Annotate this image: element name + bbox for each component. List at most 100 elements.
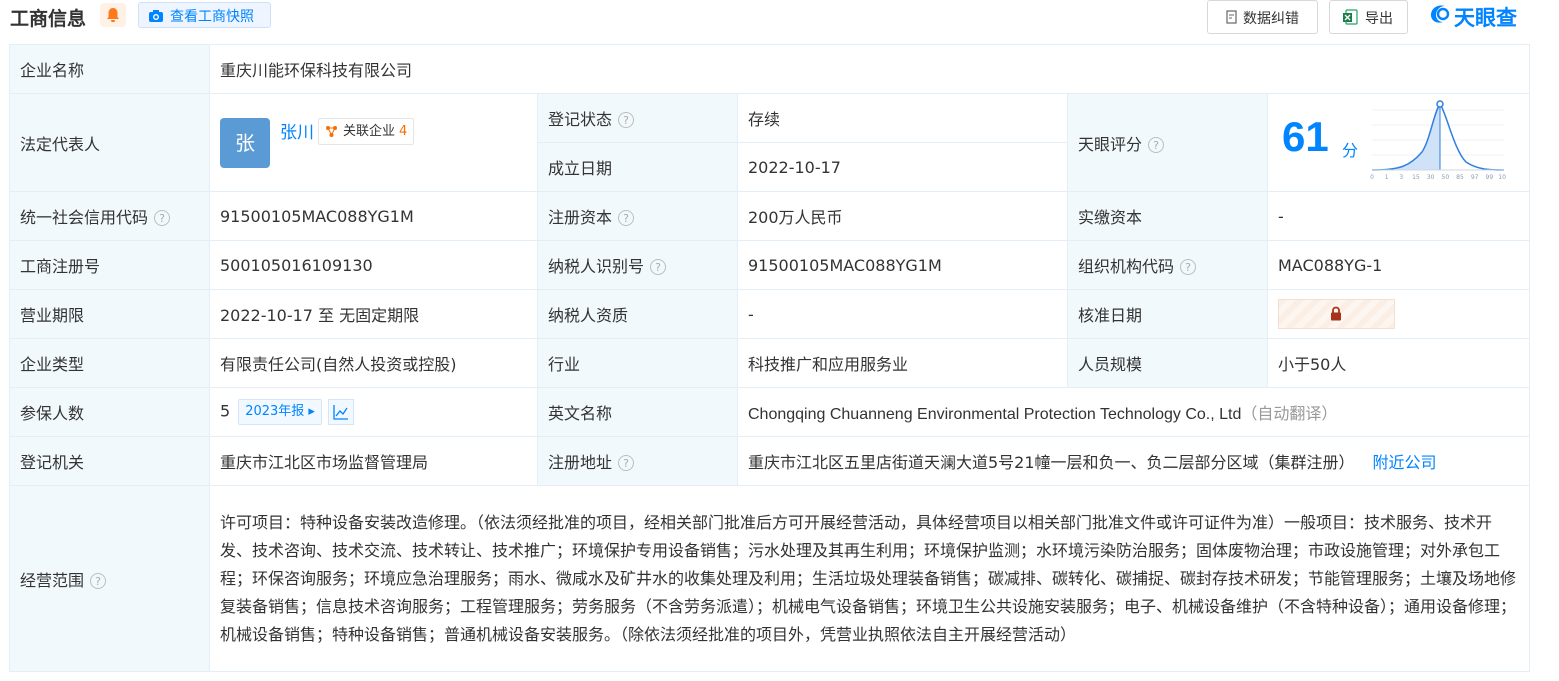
value-found-date: 2022-10-17: [737, 142, 1068, 192]
tianyancha-logo-icon: [1431, 5, 1450, 23]
label-reg-address-text: 注册地址: [548, 453, 613, 472]
score-axis-tick: 85: [1456, 174, 1464, 181]
score-axis-tick: 1: [1385, 174, 1389, 181]
value-reg-status: 存续: [737, 93, 1068, 143]
value-industry: 科技推广和应用服务业: [737, 338, 1068, 388]
section-header: 工商信息 查看工商快照 数据纠错 导出 天眼查: [0, 0, 1559, 38]
value-biz-scope: 许可项目：特种设备安装改造修理。（依法须经批准的项目，经相关部门批准后方可开展经…: [208, 485, 1531, 672]
value-biz-term: 2022-10-17 至 无固定期限: [209, 289, 538, 339]
row-insured: 参保人数 5 2023年报 ▸ 英文名称 Chongqing Chuanneng …: [9, 387, 1531, 437]
row-biz-scope: 经营范围? 许可项目：特种设备安装改造修理。（依法须经批准的项目，经相关部门批准…: [9, 485, 1531, 672]
label-biz-scope-text: 经营范围: [20, 570, 85, 590]
label-staff-size: 人员规模: [1067, 338, 1268, 388]
label-taxpayer-qual: 纳税人资质: [537, 289, 738, 339]
label-biz-scope: 经营范围?: [9, 485, 210, 672]
label-paid-capital: 实缴资本: [1067, 191, 1268, 241]
data-correction-button[interactable]: 数据纠错: [1207, 0, 1318, 34]
value-english-name-cell: Chongqing Chuanneng Environmental Protec…: [736, 387, 1531, 437]
value-org-code: MAC088YG-1: [1266, 240, 1531, 290]
help-icon[interactable]: ?: [1148, 136, 1165, 153]
label-reg-status-text: 登记状态: [548, 110, 613, 129]
related-companies-count: 4: [399, 123, 408, 139]
label-company-name: 企业名称: [9, 44, 210, 94]
annual-report-year-selector[interactable]: 2023年报 ▸: [238, 399, 322, 425]
auto-translate-note: （自动翻译）: [1241, 404, 1338, 423]
value-approval-date: [1266, 289, 1531, 339]
help-icon[interactable]: ?: [618, 112, 635, 128]
help-icon[interactable]: ?: [90, 572, 107, 589]
row-company-name: 企业名称 重庆川能环保科技有限公司: [9, 44, 1531, 94]
camera-icon: [149, 10, 163, 22]
bell-button[interactable]: [100, 3, 126, 27]
network-icon: [326, 125, 337, 137]
score-axis-tick: 97: [1471, 174, 1479, 181]
label-biz-term: 营业期限: [9, 289, 210, 339]
line-chart-icon: [333, 405, 348, 420]
legal-rep-name-link[interactable]: 张川: [280, 118, 314, 143]
bell-icon: [107, 8, 119, 22]
edit-doc-icon: [1226, 10, 1237, 24]
related-companies-label: 关联企业: [343, 123, 396, 139]
view-snapshot-button[interactable]: 查看工商快照: [138, 2, 271, 28]
label-credit-code-text: 统一社会信用代码: [20, 208, 149, 227]
label-org-code-text: 组织机构代码: [1078, 257, 1175, 276]
score-axis-tick: 50: [1442, 174, 1450, 181]
label-english-name: 英文名称: [537, 387, 738, 437]
value-staff-size: 小于50人: [1266, 338, 1531, 388]
help-icon[interactable]: ?: [650, 259, 667, 275]
help-icon[interactable]: ?: [154, 210, 171, 226]
score-axis-tick: 30: [1427, 174, 1435, 181]
label-reg-capital-text: 注册资本: [548, 208, 613, 227]
data-correction-label: 数据纠错: [1243, 11, 1299, 27]
brand-name: 天眼查: [1454, 6, 1517, 30]
lock-icon: [1331, 306, 1341, 321]
row-legal-rep: 法定代表人 张 张川 关联企业 4 登记状态? 存续 天眼评分? 61 分 0 …: [9, 93, 1531, 192]
value-company-name: 重庆川能环保科技有限公司: [208, 44, 1531, 94]
value-taxpayer-qual: -: [737, 289, 1068, 339]
nearby-companies-link[interactable]: 附近公司: [1373, 453, 1437, 472]
related-companies-badge[interactable]: 关联企业 4: [318, 117, 415, 145]
label-org-code: 组织机构代码?: [1067, 240, 1268, 290]
legal-rep-cell: 张 张川 关联企业 4: [209, 93, 538, 192]
business-info-table: 企业名称 重庆川能环保科技有限公司 法定代表人 张 张川 关联企业 4 登记状态?…: [9, 44, 1531, 672]
value-reg-capital: 200万人民币: [737, 191, 1068, 241]
avatar[interactable]: 张: [220, 117, 270, 168]
label-industry: 行业: [537, 338, 738, 388]
score-axis-tick: 0: [1370, 174, 1374, 181]
annual-report-year-label: 2023年报: [245, 404, 305, 419]
value-reg-address: 重庆市江北区五里店街道天澜大道5号21幢一层和负一、负二层部分区域（集群注册）: [748, 453, 1355, 472]
help-icon[interactable]: ?: [618, 210, 635, 226]
row-reg-number: 工商注册号 500105016109130 纳税人识别号? 91500105MA…: [9, 240, 1531, 290]
label-insured: 参保人数: [9, 387, 210, 437]
score-distribution-chart: 0 1 3 15 30 50 85 97 99 100: [1370, 99, 1506, 181]
locked-value[interactable]: [1278, 299, 1395, 329]
label-tianyan-score: 天眼评分?: [1067, 93, 1268, 192]
value-reg-authority: 重庆市江北区市场监督管理局: [209, 436, 538, 486]
score-number: 61: [1282, 112, 1329, 160]
help-icon[interactable]: ?: [1180, 259, 1197, 275]
score-axis-tick: 15: [1412, 174, 1420, 181]
score-unit: 分: [1342, 140, 1359, 160]
label-credit-code: 统一社会信用代码?: [9, 191, 210, 241]
label-company-type: 企业类型: [9, 338, 210, 388]
trend-chart-button[interactable]: [327, 399, 354, 425]
row-biz-term: 营业期限 2022-10-17 至 无固定期限 纳税人资质 - 核准日期: [9, 289, 1531, 339]
label-reg-address: 注册地址?: [537, 436, 738, 486]
value-insured: 5: [220, 401, 231, 421]
export-button[interactable]: 导出: [1329, 0, 1408, 34]
label-tianyan-score-text: 天眼评分: [1078, 134, 1143, 154]
excel-icon: [1343, 9, 1358, 25]
label-taxpayer-id-text: 纳税人识别号: [548, 257, 645, 276]
label-reg-number: 工商注册号: [9, 240, 210, 290]
tianyan-score-cell[interactable]: 61 分 0 1 3 15 30 50 85 97 99 100: [1266, 93, 1531, 192]
value-english-name: Chongqing Chuanneng Environmental Protec…: [748, 406, 1242, 423]
value-company-type: 有限责任公司(自然人投资或控股): [209, 338, 538, 388]
score-axis-tick: 3: [1399, 174, 1403, 181]
label-reg-status: 登记状态?: [537, 93, 738, 143]
label-taxpayer-id: 纳税人识别号?: [537, 240, 738, 290]
label-approval-date: 核准日期: [1067, 289, 1268, 339]
help-icon[interactable]: ?: [618, 455, 635, 471]
row-reg-authority: 登记机关 重庆市江北区市场监督管理局 注册地址? 重庆市江北区五里店街道天澜大道…: [9, 436, 1531, 486]
score-axis-tick: 100: [1498, 174, 1506, 181]
label-reg-capital: 注册资本?: [537, 191, 738, 241]
